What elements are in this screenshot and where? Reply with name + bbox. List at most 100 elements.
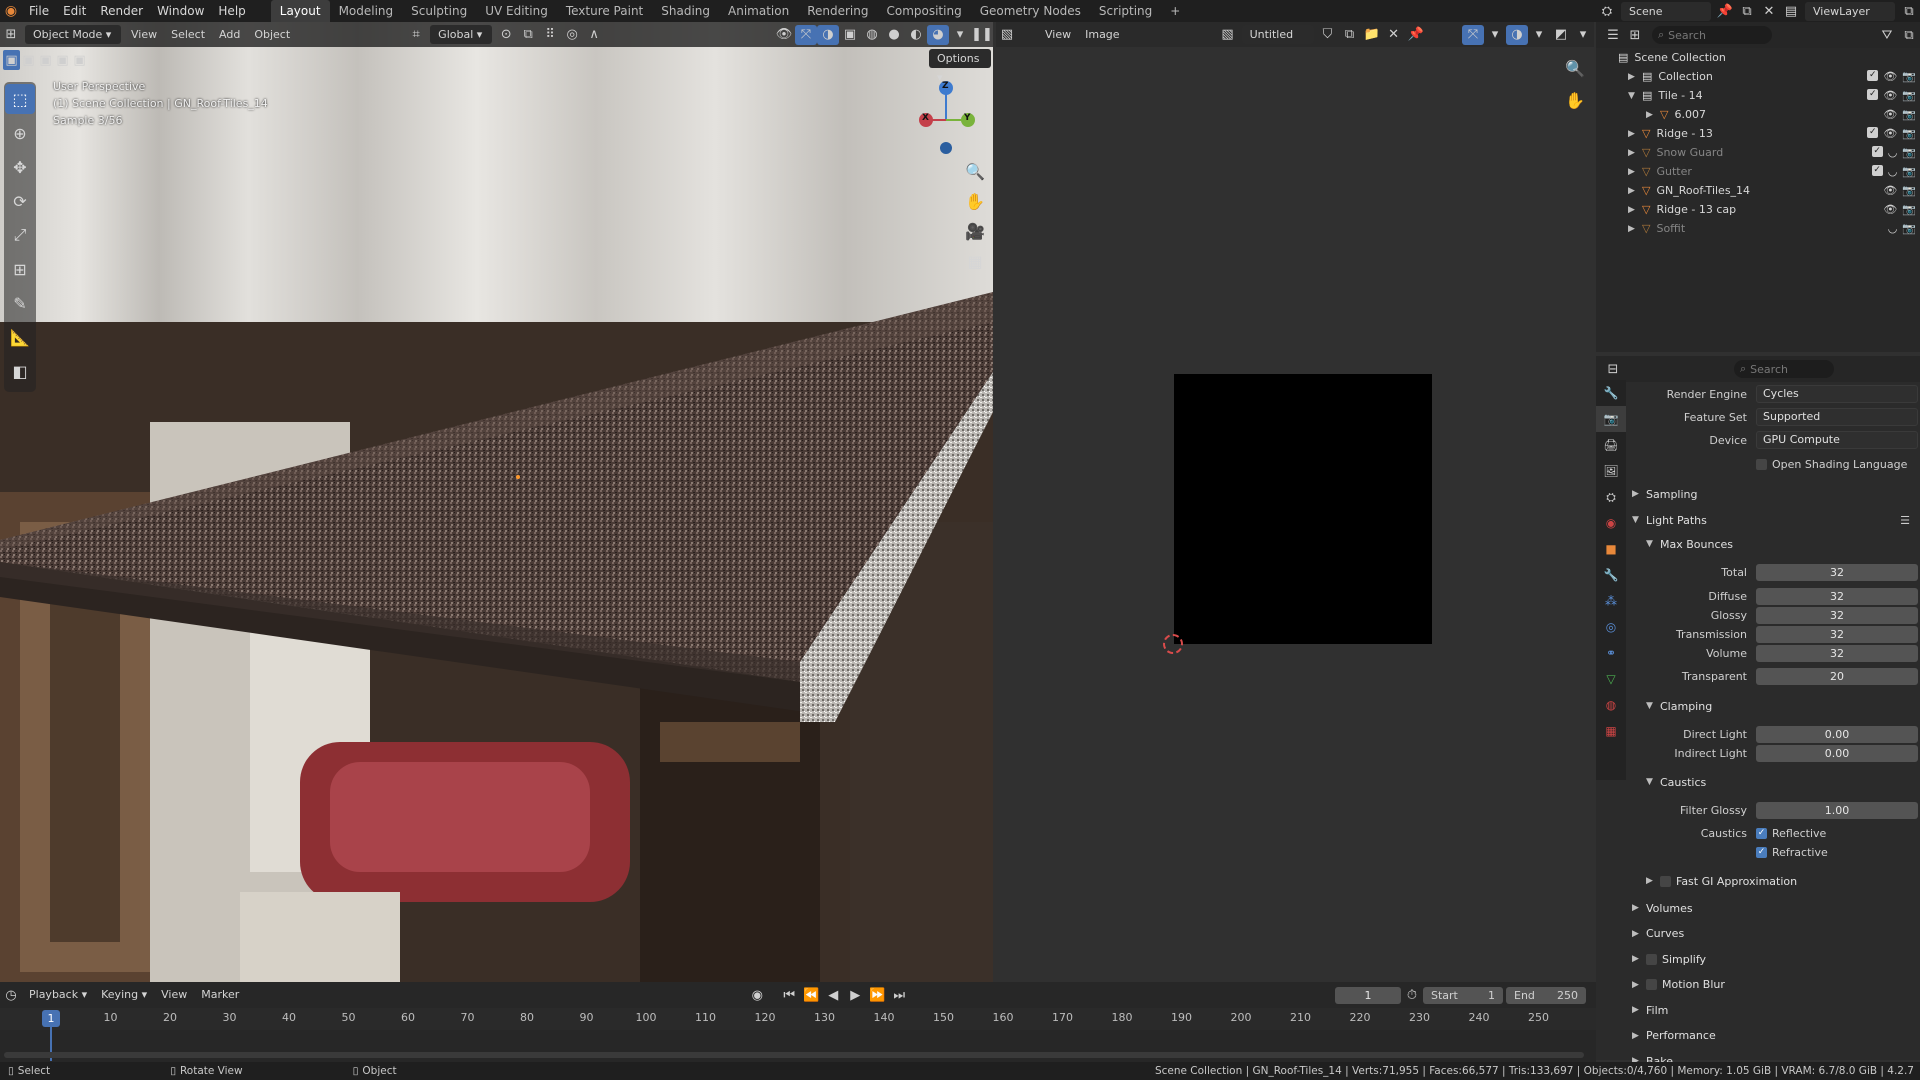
image-menu-view[interactable]: View	[1038, 24, 1078, 46]
tab-sculpting[interactable]: Sculpting	[402, 0, 476, 22]
outliner-row[interactable]: ▶ ▽ Ridge - 13 ✓ 👁 📷	[1596, 124, 1920, 143]
menu-help[interactable]: Help	[211, 0, 252, 22]
presets-list-icon[interactable]: ☰	[1900, 514, 1910, 527]
image-canvas[interactable]	[1174, 374, 1432, 644]
indirect-light-field[interactable]: 0.00	[1756, 744, 1918, 762]
outliner-row[interactable]: ▶ ▽ 6.007 👁 📷	[1596, 105, 1920, 124]
new-collection-icon[interactable]: ⧉	[1898, 25, 1920, 45]
jump-start-icon[interactable]: ⏮	[778, 985, 800, 1005]
chevron-right-icon[interactable]: ▶	[1628, 129, 1642, 139]
image-editor-type-icon[interactable]: ▧	[996, 25, 1018, 45]
viewport-options-dropdown[interactable]: Options ▾	[929, 49, 991, 84]
view-layer-icon[interactable]: ▤	[1780, 1, 1802, 21]
tab-compositing[interactable]: Compositing	[877, 0, 970, 22]
render-visibility-icon[interactable]: 📷	[1902, 127, 1916, 140]
max-bounces-subpanel-header[interactable]: ▼ Max Bounces	[1646, 533, 1920, 555]
object-tab-icon[interactable]: ■	[1596, 536, 1626, 562]
image-overlay-dropdown-icon[interactable]: ▾	[1528, 25, 1550, 45]
image-gizmo-icon[interactable]: ⤧	[1462, 24, 1484, 45]
transform-orientation-icon[interactable]: ⌗	[405, 25, 427, 45]
pin-image-icon[interactable]: 📌	[1405, 25, 1427, 45]
select-subtract-icon[interactable]: ▣	[37, 50, 54, 70]
viewport-menu-add[interactable]: Add	[212, 24, 247, 46]
exclude-checkbox[interactable]: ✓	[1867, 127, 1879, 138]
collapsed-panel-header[interactable]: ▶ Simplify	[1632, 948, 1920, 970]
xray-icon[interactable]: ▣	[839, 25, 861, 45]
close-icon[interactable]: ✕	[1758, 1, 1780, 21]
outliner-row[interactable]: ▼ ▤ Tile - 14 ✓ 👁 📷	[1596, 86, 1920, 105]
editor-type-icon[interactable]: ⊞	[0, 25, 22, 45]
exclude-checkbox[interactable]: ✓	[1867, 70, 1879, 81]
viewport-menu-object[interactable]: Object	[247, 24, 297, 46]
properties-editor-icon[interactable]: ⊟	[1602, 359, 1624, 379]
perspective-toggle-icon[interactable]: ▦	[960, 248, 990, 274]
constraints-tab-icon[interactable]: ⚭	[1596, 640, 1626, 666]
exclude-checkbox[interactable]: ✓	[1867, 89, 1879, 100]
outliner-row[interactable]: ▶ ▽ Gutter ✓ ◡ 📷	[1596, 162, 1920, 181]
tab-modeling[interactable]: Modeling	[330, 0, 403, 22]
tab-rendering[interactable]: Rendering	[798, 0, 877, 22]
modifier-tab-icon[interactable]: 🔧	[1596, 562, 1626, 588]
exclude-checkbox[interactable]: ✓	[1871, 165, 1883, 176]
world-tab-icon[interactable]: ◉	[1596, 510, 1626, 536]
pivot-point-icon[interactable]: ⊙	[495, 25, 517, 45]
current-frame-field[interactable]: 1	[1335, 986, 1401, 1004]
data-tab-icon[interactable]: ▽	[1596, 666, 1626, 692]
tab-scripting[interactable]: Scripting	[1090, 0, 1161, 22]
measure-tool-icon[interactable]: 📐	[5, 322, 35, 352]
marker-menu[interactable]: Marker	[194, 984, 246, 1006]
play-icon[interactable]: ▶	[844, 985, 866, 1005]
bounce-field[interactable]: 32	[1756, 563, 1918, 581]
filter-icon[interactable]: ⛛	[1876, 25, 1898, 45]
eye-icon[interactable]: 👁	[1883, 203, 1897, 216]
falloff-icon[interactable]: ∧	[583, 25, 605, 45]
auto-keying-icon[interactable]: ◉	[746, 985, 768, 1005]
image-gizmo-dropdown-icon[interactable]: ▾	[1484, 25, 1506, 45]
view-layer-tab-icon[interactable]: 🖼	[1596, 458, 1626, 484]
browse-image-icon[interactable]: ▧	[1217, 25, 1239, 45]
outliner-row[interactable]: ▶ ▽ Soffit ◡ 📷	[1596, 219, 1920, 238]
move-tool-icon[interactable]: ✥	[5, 152, 35, 182]
pause-render-icon[interactable]: ❚❚	[971, 25, 993, 45]
image-zoom-icon[interactable]: 🔍	[1560, 54, 1590, 82]
outliner-root-row[interactable]: ▤ Scene Collection	[1596, 48, 1920, 67]
start-frame-field[interactable]: Start 1	[1423, 986, 1503, 1004]
viewport-menu-view[interactable]: View	[124, 24, 164, 46]
add-cube-tool-icon[interactable]: ◧	[5, 356, 35, 386]
proportional-edit-icon[interactable]: ◎	[561, 25, 583, 45]
fast-gi-subpanel-header[interactable]: ▶ Fast GI Approximation	[1646, 870, 1920, 892]
outliner-row[interactable]: ▶ ▽ Ridge - 13 cap 👁 📷	[1596, 200, 1920, 219]
playhead[interactable]: 1	[42, 1010, 60, 1027]
render-visibility-icon[interactable]: 📷	[1902, 146, 1916, 159]
chevron-down-icon[interactable]: ▼	[1628, 91, 1642, 101]
eye-icon[interactable]: 👁	[1883, 127, 1897, 140]
rendered-shading-icon[interactable]: ◕	[927, 24, 949, 45]
collapsed-panel-header[interactable]: ▶ Performance	[1632, 1025, 1920, 1047]
outliner-row[interactable]: ▶ ▽ Snow Guard ✓ ◡ 📷	[1596, 143, 1920, 162]
chevron-right-icon[interactable]: ▶	[1628, 205, 1642, 215]
render-visibility-icon[interactable]: 📷	[1902, 89, 1916, 102]
eye-icon[interactable]: 👁	[1883, 89, 1897, 102]
2d-cursor-icon[interactable]	[1163, 634, 1183, 654]
eye-icon[interactable]: 👁	[1883, 70, 1897, 83]
chevron-right-icon[interactable]: ▶	[1628, 72, 1642, 82]
hidden-icon[interactable]: ◡	[1888, 222, 1898, 235]
open-image-icon[interactable]: 📁	[1361, 25, 1383, 45]
sampling-panel-header[interactable]: ▶ Sampling	[1632, 483, 1920, 505]
menu-edit[interactable]: Edit	[56, 0, 93, 22]
gizmo-toggle-icon[interactable]: ⤧	[795, 24, 817, 45]
menu-render[interactable]: Render	[93, 0, 150, 22]
3d-viewport[interactable]	[0, 22, 993, 982]
bounce-field[interactable]: 32	[1756, 625, 1918, 643]
pan-hand-icon[interactable]: ✋	[960, 188, 990, 214]
render-visibility-icon[interactable]: 📷	[1902, 184, 1916, 197]
direct-light-field[interactable]: 0.00	[1756, 725, 1918, 743]
snap-target-icon[interactable]: ⠿	[539, 25, 561, 45]
solid-shading-icon[interactable]: ●	[883, 25, 905, 45]
bounce-field[interactable]: 32	[1756, 587, 1918, 605]
render-tab-icon[interactable]: 📷	[1596, 406, 1626, 432]
select-intersect-icon[interactable]: ▣	[71, 50, 88, 70]
display-mode-icon[interactable]: ⊞	[1624, 25, 1646, 45]
material-tab-icon[interactable]: ◍	[1596, 692, 1626, 718]
view-layer-selector[interactable]: ViewLayer	[1805, 1, 1895, 21]
